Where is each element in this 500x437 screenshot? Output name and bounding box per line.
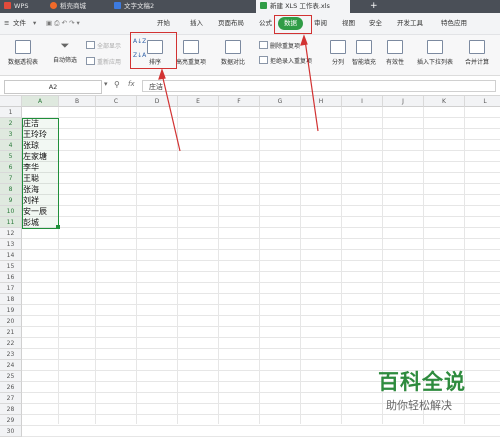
annotation-arrows (158, 34, 319, 152)
arrow-to-sort (161, 73, 181, 152)
grid-horizontal-line (22, 425, 500, 426)
watermark-title: 百科全说 (378, 370, 466, 394)
arrow-to-data-tab (304, 39, 319, 132)
arrow-head-sort (158, 68, 166, 80)
arrow-head-data-tab (300, 34, 308, 46)
row-header-30[interactable]: 30 (0, 426, 22, 437)
watermark-subtitle: 助你轻松解决 (386, 399, 452, 412)
